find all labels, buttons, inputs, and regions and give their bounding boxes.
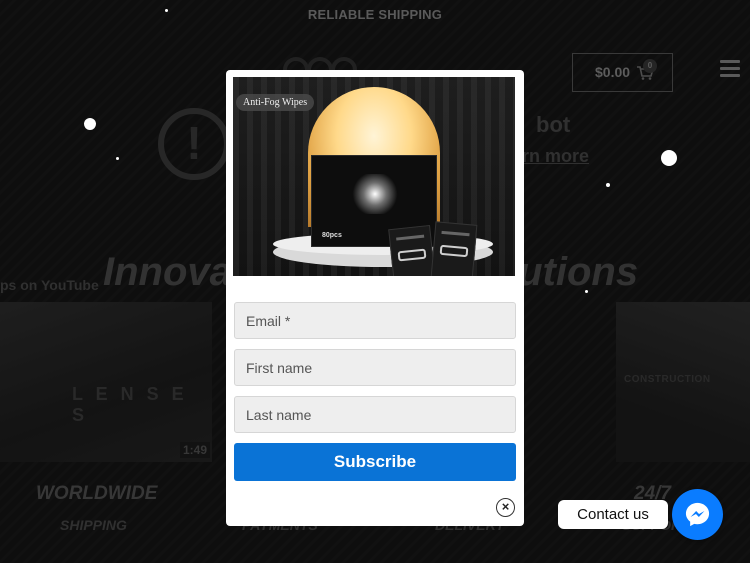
last-name-field[interactable] — [234, 396, 516, 433]
close-icon[interactable]: × — [496, 498, 515, 517]
snow-particle — [84, 118, 96, 130]
product-sachet — [430, 221, 478, 276]
email-field[interactable] — [234, 302, 516, 339]
subscribe-button[interactable]: Subscribe — [234, 443, 516, 481]
product-image: 80pcs Anti-Fog Wipes — [233, 77, 515, 276]
box-label: 80pcs — [322, 232, 342, 239]
snow-particle — [585, 290, 588, 293]
messenger-button[interactable] — [672, 489, 723, 540]
snow-particle — [116, 157, 119, 160]
snow-particle — [165, 9, 168, 12]
snow-particle — [661, 150, 677, 166]
messenger-icon — [685, 502, 710, 527]
product-sachet — [388, 224, 436, 276]
product-tag: Anti-Fog Wipes — [236, 94, 315, 111]
contact-us-label[interactable]: Contact us — [558, 500, 668, 529]
first-name-field[interactable] — [234, 349, 516, 386]
snow-particle — [606, 183, 610, 187]
subscribe-popup: 80pcs Anti-Fog Wipes Subscribe × — [226, 70, 524, 526]
